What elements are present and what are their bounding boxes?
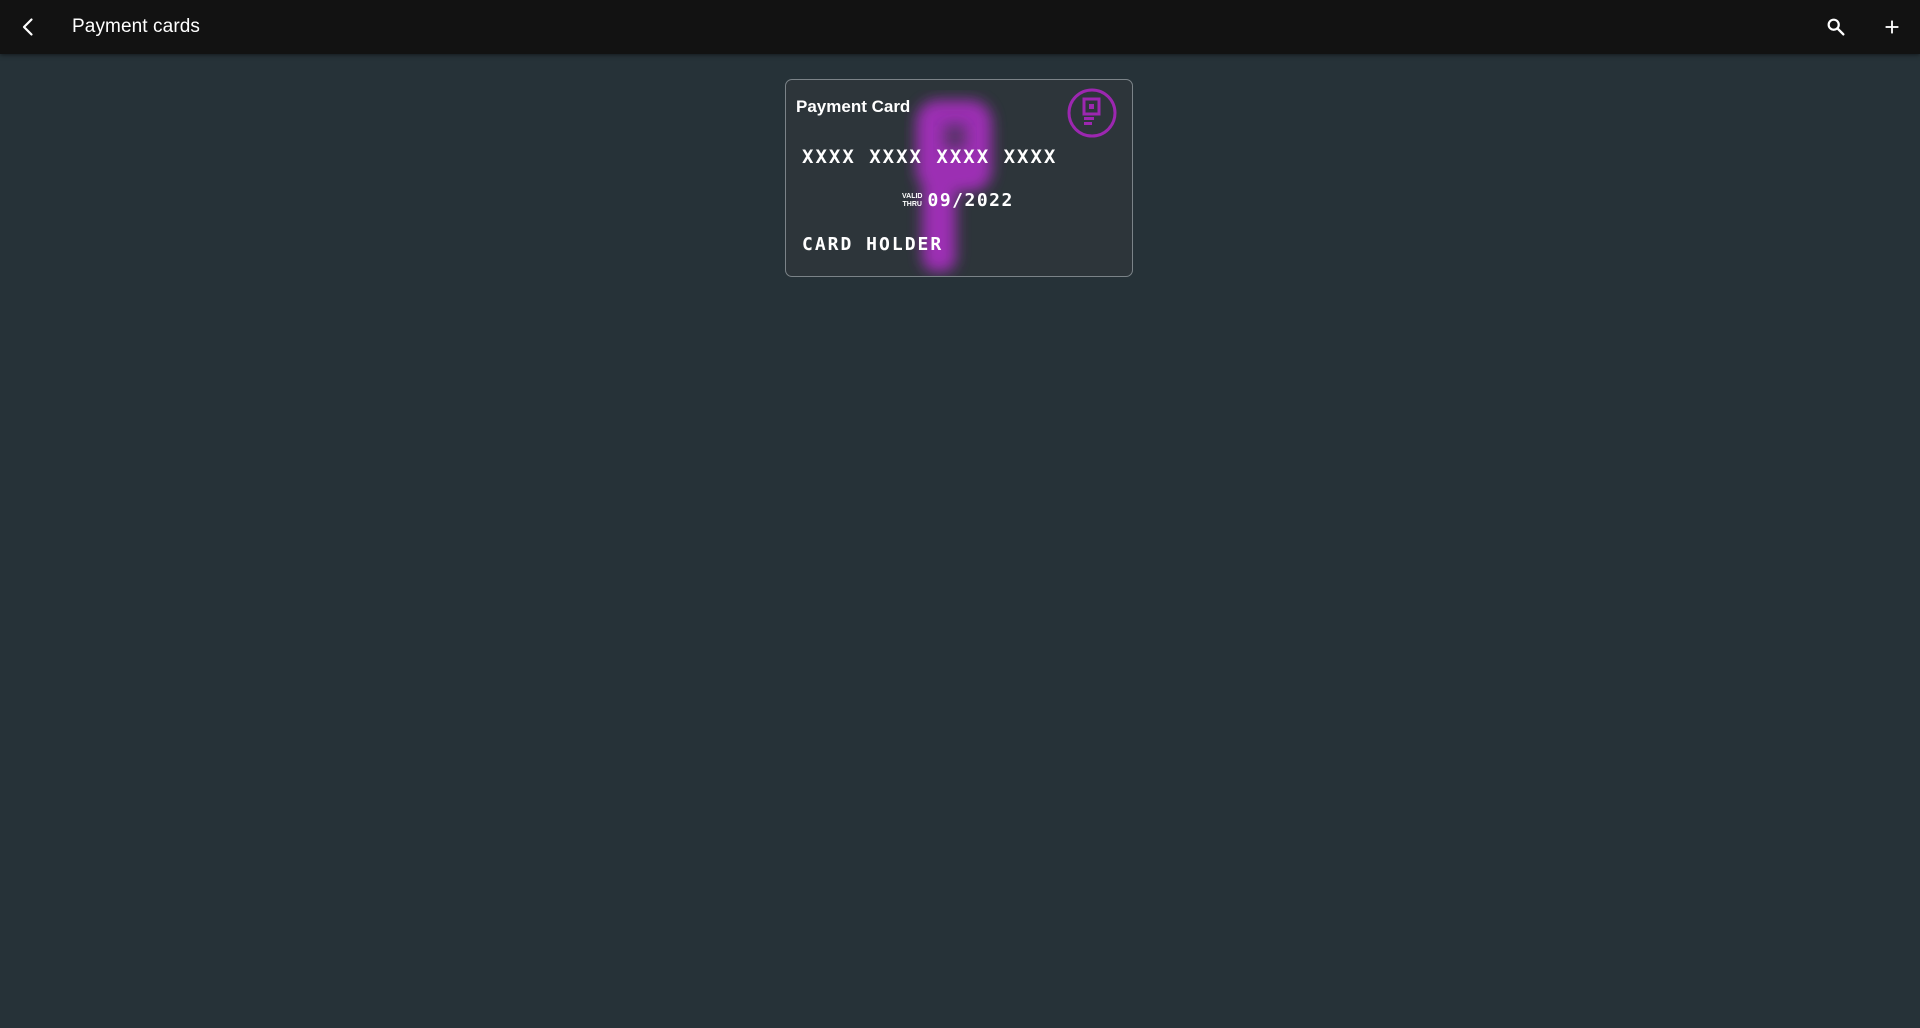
valid-label-bottom: THRU: [902, 200, 922, 208]
app-bar: Payment cards: [0, 0, 1920, 54]
search-button[interactable]: [1808, 0, 1864, 54]
card-expiry: 09/2022: [927, 190, 1014, 211]
add-icon: [1885, 20, 1899, 34]
card-brand-logo-icon: [1067, 88, 1117, 138]
card-validity: VALID THRU 09/2022: [902, 190, 1014, 211]
arrow-back-icon: [22, 18, 33, 36]
valid-label-top: VALID: [902, 192, 923, 200]
add-button[interactable]: [1864, 0, 1920, 54]
card-title: Payment Card: [796, 97, 911, 116]
page-title: Payment cards: [72, 16, 201, 37]
card-holder: CARD HOLDER: [802, 234, 944, 255]
payment-card[interactable]: Payment Card XXXX XXXX XXXX XXXX VALID T…: [785, 79, 1133, 277]
back-button[interactable]: [0, 0, 56, 54]
search-icon: [1827, 18, 1845, 36]
valid-thru-label: VALID THRU: [902, 193, 922, 209]
card-number: XXXX XXXX XXXX XXXX: [802, 146, 1058, 168]
